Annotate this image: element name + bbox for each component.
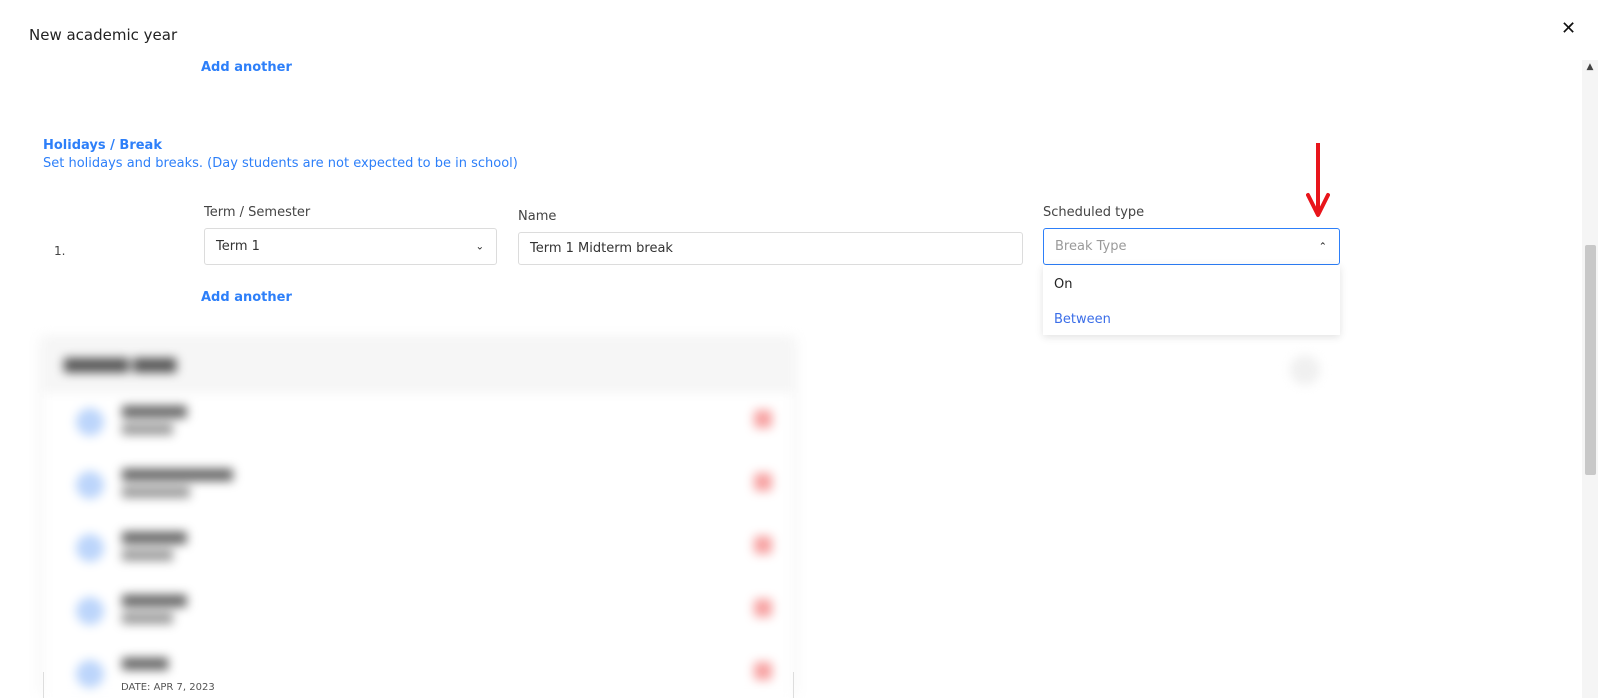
blurred-row: ▇▇▇▇▇▇▇▇▇▇▇▇ ▇▇▇▇▇▇▇▇ bbox=[74, 463, 772, 503]
date-text: DATE: APR 7, 2023 bbox=[121, 682, 215, 693]
modal-title: New academic year bbox=[29, 26, 178, 44]
scheduled-type-placeholder: Break Type bbox=[1055, 239, 1127, 254]
scheduled-type-dropdown: On Between bbox=[1043, 265, 1340, 335]
chevron-up-icon: ⌃ bbox=[1318, 241, 1327, 252]
add-another-link-top[interactable]: Add another bbox=[201, 60, 292, 75]
term-label: Term / Semester bbox=[204, 205, 311, 220]
holidays-section-description: Set holidays and breaks. (Day students a… bbox=[43, 156, 518, 171]
dropdown-option-between[interactable]: Between bbox=[1054, 312, 1111, 327]
holidays-section-title: Holidays / Break bbox=[43, 138, 162, 153]
blurred-card: ▇▇▇▇▇▇ ▇▇▇▇ ▇▇▇▇▇▇▇ ▇▇▇▇▇▇ ▇▇▇▇▇▇▇▇▇▇▇▇ ▇▇… bbox=[44, 335, 792, 698]
scheduled-type-select[interactable]: Break Type ⌃ bbox=[1043, 228, 1340, 265]
dropdown-option-on[interactable]: On bbox=[1054, 277, 1072, 292]
chevron-down-icon: ⌄ bbox=[475, 241, 484, 252]
scrollbar[interactable]: ▲ bbox=[1582, 60, 1598, 698]
name-input-value: Term 1 Midterm break bbox=[530, 241, 673, 256]
blurred-row: ▇▇▇▇▇▇▇ ▇▇▇▇▇▇ bbox=[74, 589, 772, 629]
scroll-up-icon[interactable]: ▲ bbox=[1582, 62, 1598, 72]
blurred-right-circle bbox=[1290, 355, 1320, 385]
blurred-row: ▇▇▇▇▇▇▇ ▇▇▇▇▇▇ bbox=[74, 526, 772, 566]
red-arrow-indicator bbox=[1306, 141, 1330, 223]
scheduled-type-label: Scheduled type bbox=[1043, 205, 1145, 220]
term-select-value: Term 1 bbox=[216, 239, 260, 254]
add-another-link-bottom[interactable]: Add another bbox=[201, 290, 292, 305]
row-number: 1. bbox=[54, 244, 66, 258]
blurred-background: ▇▇▇▇▇▇ ▇▇▇▇ ▇▇▇▇▇▇▇ ▇▇▇▇▇▇ ▇▇▇▇▇▇▇▇▇▇▇▇ ▇▇… bbox=[0, 335, 1582, 698]
scrollbar-thumb[interactable] bbox=[1585, 245, 1596, 475]
close-icon[interactable]: ✕ bbox=[1561, 18, 1576, 39]
blurred-row: ▇▇▇▇▇▇▇ ▇▇▇▇▇▇ bbox=[74, 400, 772, 440]
name-label: Name bbox=[518, 209, 557, 224]
blurred-card-header: ▇▇▇▇▇▇ ▇▇▇▇ bbox=[44, 335, 792, 393]
term-select[interactable]: Term 1 ⌄ bbox=[204, 228, 497, 265]
name-input[interactable]: Term 1 Midterm break bbox=[518, 232, 1023, 265]
